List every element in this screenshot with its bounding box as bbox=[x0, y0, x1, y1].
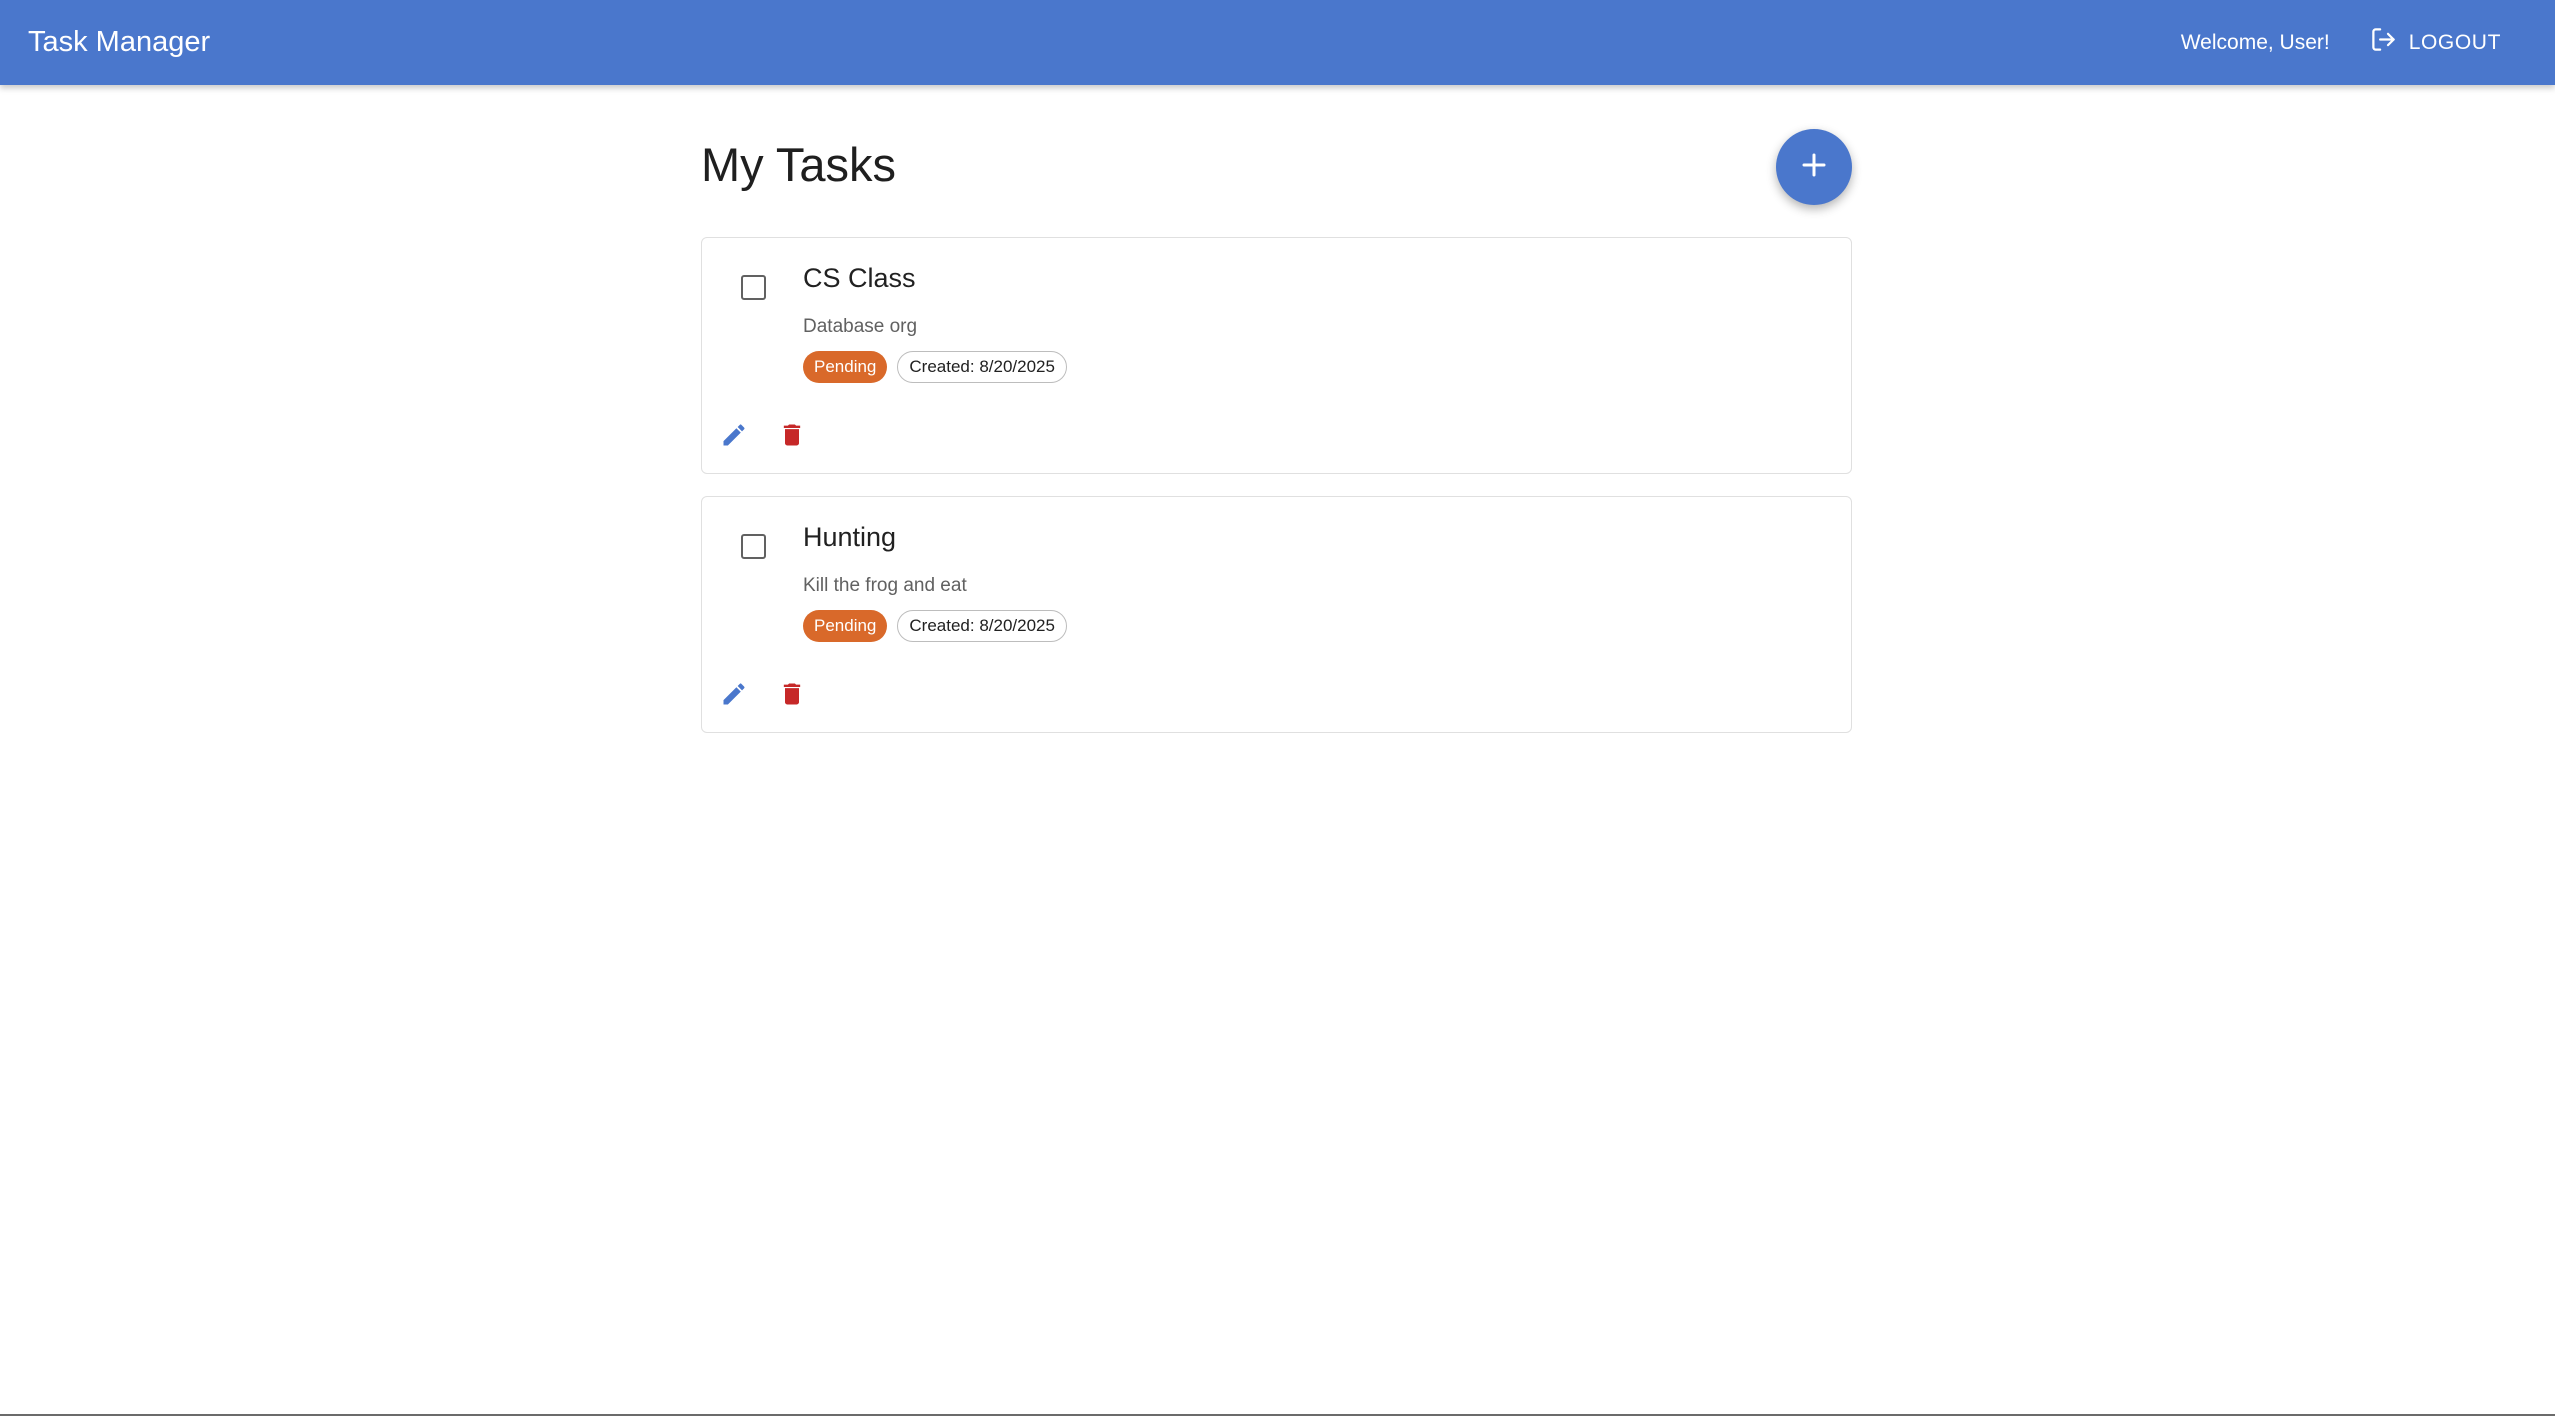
pencil-icon bbox=[720, 421, 748, 454]
task-card: Hunting Kill the frog and eat Pending Cr… bbox=[701, 496, 1852, 733]
logout-button[interactable]: LOGOUT bbox=[2358, 18, 2513, 67]
status-badge: Pending bbox=[803, 351, 888, 383]
task-title: Hunting bbox=[803, 522, 897, 552]
task-actions bbox=[718, 421, 808, 453]
task-description: Database org bbox=[803, 316, 918, 337]
delete-button[interactable] bbox=[776, 680, 808, 712]
delete-button[interactable] bbox=[776, 421, 808, 453]
task-actions bbox=[718, 680, 808, 712]
add-task-button[interactable] bbox=[1776, 129, 1852, 205]
task-chips: Pending Created: 8/20/2025 bbox=[803, 351, 1067, 383]
task-title: CS Class bbox=[803, 263, 916, 293]
pencil-icon bbox=[720, 680, 748, 713]
status-badge: Pending bbox=[803, 610, 888, 642]
task-card: CS Class Database org Pending Created: 8… bbox=[701, 237, 1852, 474]
app-bar: Task Manager Welcome, User! LOGOUT bbox=[0, 0, 2555, 85]
task-description: Kill the frog and eat bbox=[803, 575, 967, 596]
heading-row: My Tasks bbox=[701, 85, 1852, 237]
edit-button[interactable] bbox=[718, 680, 750, 712]
page-title: My Tasks bbox=[701, 138, 896, 191]
task-checkbox[interactable] bbox=[741, 275, 766, 300]
trash-icon bbox=[778, 421, 806, 454]
task-checkbox[interactable] bbox=[741, 534, 766, 559]
welcome-text: Welcome, User! bbox=[2180, 30, 2330, 54]
app-bar-right: Welcome, User! LOGOUT bbox=[2181, 18, 2513, 67]
task-list-container: My Tasks CS Class Database org Pending C… bbox=[701, 85, 1852, 755]
plus-icon bbox=[1799, 150, 1829, 185]
edit-button[interactable] bbox=[718, 421, 750, 453]
created-date-chip: Created: 8/20/2025 bbox=[897, 610, 1067, 642]
app-title: Task Manager bbox=[28, 26, 211, 58]
trash-icon bbox=[778, 680, 806, 713]
task-chips: Pending Created: 8/20/2025 bbox=[803, 610, 1067, 642]
logout-label: LOGOUT bbox=[2408, 30, 2501, 54]
created-date-chip: Created: 8/20/2025 bbox=[897, 351, 1067, 383]
logout-icon bbox=[2370, 26, 2397, 59]
